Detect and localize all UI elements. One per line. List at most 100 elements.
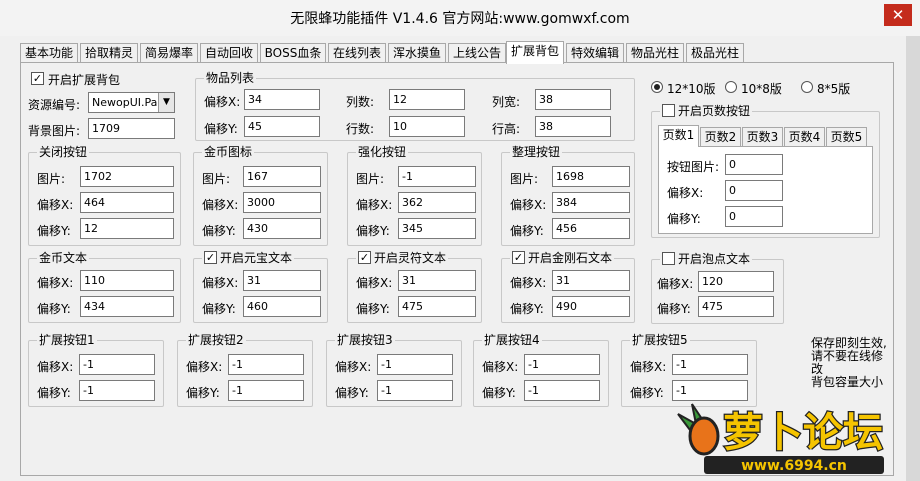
page-buttons-title: 开启页数按钮: [660, 104, 753, 118]
ext-button-1-x-input[interactable]: -1: [79, 354, 155, 375]
sort-y-input[interactable]: 456: [552, 218, 630, 239]
rows-input[interactable]: 10: [389, 116, 465, 137]
tab-rare-beam[interactable]: 极品光柱: [686, 43, 744, 62]
item-offset-x-input[interactable]: 34: [244, 89, 320, 110]
enhance-x-input[interactable]: 362: [398, 192, 476, 213]
layout-12x10-radio[interactable]: [651, 81, 663, 93]
close-window-button[interactable]: ✕: [884, 4, 912, 26]
enhance-button-group: 强化按钮 图片: -1 偏移X: 362 偏移Y: 345: [347, 145, 482, 246]
page-buttons-checkbox[interactable]: [662, 104, 675, 117]
gold-text-y-label: 偏移Y:: [37, 302, 71, 316]
bubble-y-input[interactable]: 475: [698, 296, 774, 317]
ext-button-2-y-input[interactable]: -1: [228, 380, 304, 401]
ext-button-4-x-label: 偏移X:: [482, 360, 519, 374]
diamond-label: 开启金刚石文本: [528, 251, 613, 265]
tab-announce[interactable]: 上线公告: [448, 43, 506, 62]
close-x-input[interactable]: 464: [80, 192, 174, 213]
close-pic-input[interactable]: 1702: [80, 166, 174, 187]
chevron-down-icon[interactable]: ▼: [158, 93, 174, 112]
item-offset-y-label: 偏移Y:: [204, 122, 238, 136]
tab-page-3[interactable]: 页数3: [742, 127, 783, 146]
enhance-y-input[interactable]: 345: [398, 218, 476, 239]
enhance-pic-input[interactable]: -1: [398, 166, 476, 187]
save-note-line-2: 请不要在线修改: [811, 349, 884, 376]
item-offset-x-label: 偏移X:: [204, 95, 241, 109]
item-offset-y-input[interactable]: 45: [244, 116, 320, 137]
tab-autorecycle[interactable]: 自动回收: [200, 43, 258, 62]
close-x-label: 偏移X:: [37, 198, 74, 212]
tab-boss-bar[interactable]: BOSS血条: [260, 43, 326, 62]
sort-pic-input[interactable]: 1698: [552, 166, 630, 187]
lingfu-x-input[interactable]: 31: [398, 270, 476, 291]
row-height-input[interactable]: 38: [535, 116, 611, 137]
close-y-input[interactable]: 12: [80, 218, 174, 239]
yuanbao-x-input[interactable]: 31: [243, 270, 321, 291]
lingfu-x-label: 偏移X:: [356, 276, 393, 290]
gold-text-y-input[interactable]: 434: [80, 296, 174, 317]
yuanbao-checkbox[interactable]: ✓: [204, 251, 217, 264]
ext-button-1-title: 扩展按钮1: [37, 333, 97, 347]
ext-button-1-y-input[interactable]: -1: [79, 380, 155, 401]
ext-button-4-y-input[interactable]: -1: [524, 380, 600, 401]
yuanbao-y-input[interactable]: 460: [243, 296, 321, 317]
lingfu-label: 开启灵符文本: [374, 251, 447, 265]
layout-8x5-radio[interactable]: [801, 81, 813, 93]
page-x-input[interactable]: 0: [725, 180, 783, 201]
gold-y-input[interactable]: 430: [243, 218, 321, 239]
page-buttons-group: 开启页数按钮 页数1 页数2 页数3 页数4 页数5 按钮图片: 0 偏移X: …: [651, 104, 880, 238]
gold-text-x-label: 偏移X:: [37, 276, 74, 290]
gold-text-title: 金币文本: [37, 251, 90, 265]
ext-button-3-title: 扩展按钮3: [335, 333, 395, 347]
item-list-title: 物品列表: [204, 71, 257, 85]
gold-x-input[interactable]: 3000: [243, 192, 321, 213]
tab-effects[interactable]: 特效编辑: [566, 43, 624, 62]
ext-button-5-x-input[interactable]: -1: [672, 354, 748, 375]
rows-label: 行数:: [346, 122, 375, 136]
enable-ext-bag-checkbox[interactable]: ✓: [31, 72, 44, 85]
ext-button-4-x-input[interactable]: -1: [524, 354, 600, 375]
diamond-y-label: 偏移Y:: [510, 302, 544, 316]
ext-button-3-y-input[interactable]: -1: [377, 380, 453, 401]
sort-x-input[interactable]: 384: [552, 192, 630, 213]
enhance-x-label: 偏移X:: [356, 198, 393, 212]
tab-item-beam[interactable]: 物品光柱: [626, 43, 684, 62]
diamond-x-input[interactable]: 31: [552, 270, 630, 291]
tab-page-4[interactable]: 页数4: [784, 127, 825, 146]
tab-ext-bag[interactable]: 扩展背包: [506, 41, 564, 64]
ext-button-1-y-label: 偏移Y:: [37, 386, 71, 400]
tab-page-1[interactable]: 页数1: [658, 125, 699, 147]
lingfu-checkbox[interactable]: ✓: [358, 251, 371, 264]
ext-button-2-x-input[interactable]: -1: [228, 354, 304, 375]
col-width-input[interactable]: 38: [535, 89, 611, 110]
ext-button-3-x-label: 偏移X:: [335, 360, 372, 374]
sort-title: 整理按钮: [510, 145, 563, 159]
tab-online-list[interactable]: 在线列表: [328, 43, 386, 62]
tab-fishing[interactable]: 浑水摸鱼: [388, 43, 446, 62]
ext-button-3-x-input[interactable]: -1: [377, 354, 453, 375]
gold-y-label: 偏移Y:: [202, 224, 236, 238]
bubble-text-checkbox[interactable]: [662, 252, 675, 265]
tab-page-2[interactable]: 页数2: [700, 127, 741, 146]
watermark-brand: 萝卜论坛: [723, 410, 883, 456]
lingfu-y-input[interactable]: 475: [398, 296, 476, 317]
resource-select[interactable]: NewopUI.Pak ▼: [88, 92, 175, 113]
page-y-input[interactable]: 0: [725, 206, 783, 227]
gold-text-group: 金币文本 偏移X: 110 偏移Y: 434: [28, 251, 181, 323]
cols-input[interactable]: 12: [389, 89, 465, 110]
bg-input[interactable]: 1709: [88, 118, 175, 139]
tab-droprate[interactable]: 简易爆率: [140, 43, 198, 62]
diamond-text-group: ✓ 开启金刚石文本 偏移X: 31 偏移Y: 490: [501, 251, 635, 323]
watermark-logo: 萝卜论坛 www.6994.cn: [677, 403, 884, 474]
diamond-checkbox[interactable]: ✓: [512, 251, 525, 264]
close-button-group: 关闭按钮 图片: 1702 偏移X: 464 偏移Y: 12: [28, 145, 181, 246]
page-pic-input[interactable]: 0: [725, 154, 783, 175]
cols-label: 列数:: [346, 95, 375, 109]
diamond-y-input[interactable]: 490: [552, 296, 630, 317]
gold-pic-input[interactable]: 167: [243, 166, 321, 187]
gold-text-x-input[interactable]: 110: [80, 270, 174, 291]
tab-page-5[interactable]: 页数5: [826, 127, 867, 146]
layout-10x8-radio[interactable]: [725, 81, 737, 93]
tab-basic[interactable]: 基本功能: [20, 43, 78, 62]
tab-pickup[interactable]: 拾取精灵: [80, 43, 138, 62]
bubble-x-input[interactable]: 120: [698, 271, 774, 292]
